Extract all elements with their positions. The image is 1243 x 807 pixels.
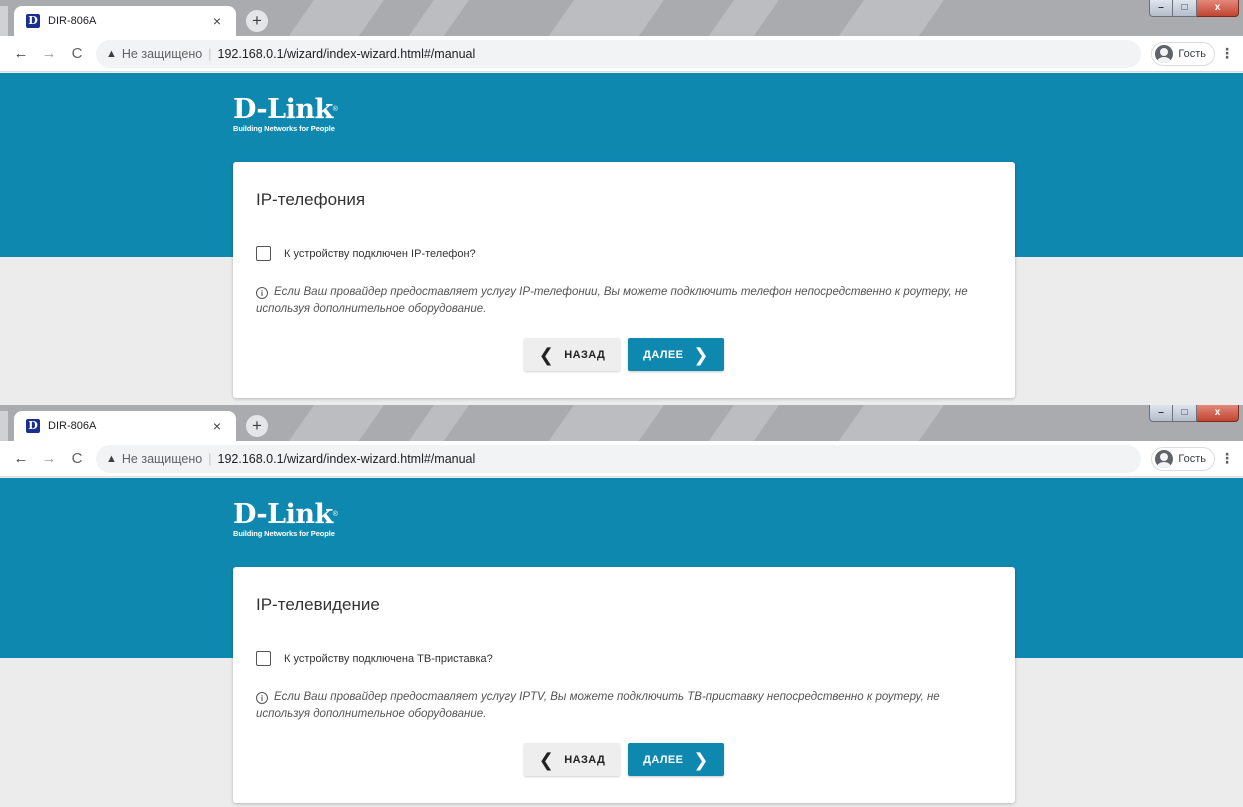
next-button-label: ДАЛЕЕ <box>643 348 684 361</box>
logo-tagline: Building Networks for People <box>233 529 335 538</box>
d-link-logo: D-Link® Building Networks for People <box>233 94 338 134</box>
next-button[interactable]: ДАЛЕЕ ❯ <box>628 743 724 776</box>
info-note: i Если Ваш провайдер предоставляет услугу… <box>256 284 996 318</box>
chevron-right-icon: ❯ <box>693 344 709 365</box>
security-status[interactable]: Не защищено <box>122 47 202 61</box>
info-circle-icon: i <box>256 692 268 704</box>
window-controls: – □ x <box>1149 405 1239 422</box>
titlebar-decoration <box>700 0 785 36</box>
close-tab-icon[interactable]: × <box>210 418 224 434</box>
omnibox-separator: | <box>208 451 212 466</box>
address-bar[interactable]: ▲ Не защищено | 192.168.0.1/wizard/index… <box>96 39 1142 68</box>
titlebar-decoration <box>400 0 475 36</box>
warning-icon: ▲ <box>106 452 117 465</box>
url-text: 192.168.0.1/wizard/index-wizard.html#/ma… <box>217 451 476 466</box>
tab-bar: D DIR-806A × + – □ x <box>0 0 1243 36</box>
back-button-label: НАЗАД <box>564 348 606 361</box>
chevron-left-icon: ❮ <box>538 344 555 365</box>
titlebar-decoration <box>830 0 950 36</box>
browser-toolbar: ← → C ▲ Не защищено | 192.168.0.1/wizard… <box>0 441 1243 477</box>
close-window-button[interactable]: x <box>1197 0 1239 17</box>
browser-window-iptv: D DIR-806A × + – □ x ← → C ▲ Не защищено… <box>0 405 1243 807</box>
minimize-button[interactable]: – <box>1149 405 1173 422</box>
wizard-card: IP-телевидение К устройству подключена Т… <box>233 567 1015 803</box>
browser-toolbar: ← → C ▲ Не защищено | 192.168.0.1/wizard… <box>0 36 1243 72</box>
titlebar-decoration <box>400 405 475 441</box>
logo-wordmark: D-Link <box>233 499 333 530</box>
tv-box-checkbox[interactable] <box>256 651 271 666</box>
next-button[interactable]: ДАЛЕЕ ❯ <box>628 338 724 371</box>
tab-title: DIR-806A <box>48 420 97 432</box>
profile-button[interactable]: Гость <box>1151 41 1215 66</box>
reload-icon[interactable]: C <box>66 45 88 62</box>
maximize-button[interactable]: □ <box>1173 405 1197 422</box>
kebab-menu-icon[interactable]: ⋮ <box>1215 450 1239 467</box>
forward-arrow-icon[interactable]: → <box>38 450 60 467</box>
wizard-card: IP-телефония К устройству подключен IP-т… <box>233 162 1015 398</box>
d-link-favicon-icon: D <box>26 419 40 433</box>
d-link-favicon-icon: D <box>26 14 40 28</box>
back-button[interactable]: ❮ НАЗАД <box>524 338 620 371</box>
ip-phone-checkbox-row[interactable]: К устройству подключен IP-телефон? <box>256 246 476 261</box>
address-bar[interactable]: ▲ Не защищено | 192.168.0.1/wizard/index… <box>96 444 1142 473</box>
back-button-label: НАЗАД <box>564 753 606 766</box>
tab-title: DIR-806A <box>48 15 97 27</box>
checkbox-label[interactable]: К устройству подключена ТВ-приставка? <box>284 653 493 665</box>
browser-tab[interactable]: D DIR-806A × <box>14 6 236 36</box>
titlebar-decoration <box>280 0 390 36</box>
tab-edge <box>0 6 8 36</box>
back-arrow-icon[interactable]: ← <box>10 450 32 467</box>
close-tab-icon[interactable]: × <box>210 13 224 29</box>
browser-tab[interactable]: D DIR-806A × <box>14 411 236 441</box>
security-status[interactable]: Не защищено <box>122 452 202 466</box>
card-title: IP-телефония <box>256 190 366 209</box>
omnibox-separator: | <box>208 46 212 61</box>
maximize-button[interactable]: □ <box>1173 0 1197 17</box>
logo-trademark: ® <box>332 106 338 113</box>
chevron-left-icon: ❮ <box>538 749 555 770</box>
titlebar-decoration <box>540 405 670 441</box>
titlebar-decoration <box>830 405 950 441</box>
chevron-right-icon: ❯ <box>693 749 709 770</box>
person-icon <box>1155 44 1174 63</box>
checkbox-label[interactable]: К устройству подключен IP-телефон? <box>284 248 476 260</box>
new-tab-button[interactable]: + <box>246 415 268 437</box>
info-circle-icon: i <box>256 287 268 299</box>
tv-box-checkbox-row[interactable]: К устройству подключена ТВ-приставка? <box>256 651 493 666</box>
forward-arrow-icon[interactable]: → <box>38 45 60 62</box>
profile-label: Гость <box>1178 47 1206 60</box>
info-text: Если Ваш провайдер предоставляет услугу … <box>256 286 968 315</box>
tab-edge <box>0 411 8 441</box>
titlebar-decoration <box>540 0 670 36</box>
minimize-button[interactable]: – <box>1149 0 1173 17</box>
titlebar-decoration <box>700 405 785 441</box>
logo-trademark: ® <box>332 511 338 518</box>
logo-tagline: Building Networks for People <box>233 124 335 133</box>
next-button-label: ДАЛЕЕ <box>643 753 684 766</box>
logo-wordmark: D-Link <box>233 94 333 125</box>
info-note: i Если Ваш провайдер предоставляет услугу… <box>256 689 996 723</box>
tab-bar: D DIR-806A × + – □ x <box>0 405 1243 441</box>
reload-icon[interactable]: C <box>66 450 88 467</box>
back-arrow-icon[interactable]: ← <box>10 45 32 62</box>
window-controls: – □ x <box>1149 0 1239 17</box>
d-link-logo: D-Link® Building Networks for People <box>233 499 338 539</box>
kebab-menu-icon[interactable]: ⋮ <box>1215 45 1239 62</box>
close-window-button[interactable]: x <box>1197 405 1239 422</box>
ip-phone-checkbox[interactable] <box>256 246 271 261</box>
warning-icon: ▲ <box>106 47 117 60</box>
profile-label: Гость <box>1178 452 1206 465</box>
profile-button[interactable]: Гость <box>1151 446 1215 471</box>
card-title: IP-телевидение <box>256 595 380 614</box>
titlebar-decoration <box>280 405 390 441</box>
info-text: Если Ваш провайдер предоставляет услугу … <box>256 691 940 720</box>
new-tab-button[interactable]: + <box>246 10 268 32</box>
browser-window-telephony: D DIR-806A × + – □ x ← → C ▲ Не защищено… <box>0 0 1243 405</box>
back-button[interactable]: ❮ НАЗАД <box>524 743 620 776</box>
url-text: 192.168.0.1/wizard/index-wizard.html#/ma… <box>217 46 476 61</box>
person-icon <box>1155 449 1174 468</box>
